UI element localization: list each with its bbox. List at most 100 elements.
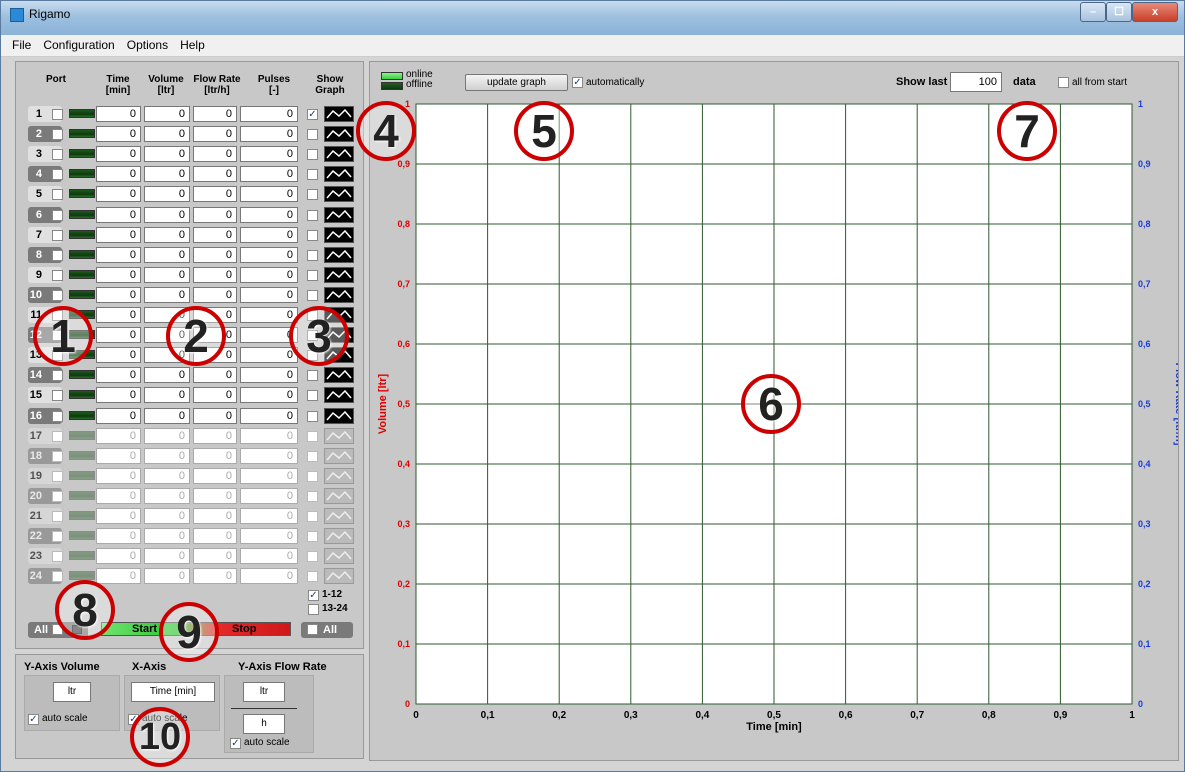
- pulses-field: 0: [240, 447, 298, 464]
- show-graph-checkbox[interactable]: [307, 470, 318, 482]
- port-status-led: [69, 390, 95, 400]
- show-graph-checkbox[interactable]: [307, 511, 318, 522]
- show-graph-checkbox[interactable]: [307, 249, 318, 261]
- line-color-icon[interactable]: [324, 548, 354, 565]
- show-graph-checkbox[interactable]: [307, 490, 318, 502]
- pulses-field: 0: [240, 487, 298, 504]
- port-select-checkbox[interactable]: [52, 229, 63, 241]
- line-color-icon[interactable]: [324, 387, 354, 404]
- stop-button[interactable]: Stop: [232, 623, 256, 635]
- minimize-button[interactable]: –: [1080, 2, 1106, 22]
- port-select-checkbox[interactable]: [52, 430, 63, 442]
- port-select-checkbox[interactable]: [52, 390, 63, 402]
- x-tick-label: 0,4: [695, 710, 709, 721]
- show-graph-checkbox[interactable]: [307, 531, 318, 543]
- annotation-marker-9: 9: [159, 602, 219, 662]
- show-graph-checkbox[interactable]: [307, 450, 318, 462]
- y-tick-label: 0,6: [397, 339, 410, 349]
- menu-file[interactable]: File: [6, 35, 37, 56]
- range-1-12-label: 1-12: [322, 589, 343, 600]
- line-color-icon[interactable]: [324, 166, 354, 183]
- port-select-checkbox[interactable]: [52, 410, 63, 422]
- port-select-checkbox[interactable]: [52, 450, 63, 462]
- port-select-checkbox[interactable]: [52, 209, 63, 221]
- menu-options[interactable]: Options: [121, 35, 174, 56]
- automatically-checkbox[interactable]: ✓: [572, 77, 583, 88]
- show-graph-checkbox[interactable]: [307, 129, 318, 141]
- range-1-12-checkbox[interactable]: ✓: [308, 590, 319, 601]
- port-status-led: [69, 129, 95, 139]
- port-select-checkbox[interactable]: [52, 370, 63, 382]
- show-graph-checkbox[interactable]: [307, 410, 318, 422]
- pulses-field: 0: [240, 146, 298, 163]
- x-axis-unit-field[interactable]: Time [min]: [131, 682, 215, 702]
- port-select-checkbox[interactable]: [52, 149, 63, 161]
- menu-configuration[interactable]: Configuration: [37, 35, 120, 56]
- volume-field: 0: [144, 367, 190, 384]
- port-select-checkbox[interactable]: [52, 470, 63, 482]
- port-select-checkbox[interactable]: [52, 189, 63, 201]
- line-color-icon[interactable]: [324, 106, 354, 122]
- port-select-checkbox[interactable]: [52, 551, 63, 563]
- line-color-icon[interactable]: [324, 367, 354, 384]
- line-color-icon[interactable]: [324, 568, 354, 585]
- line-color-icon[interactable]: [324, 206, 354, 223]
- show-graph-checkbox[interactable]: [307, 571, 318, 583]
- show-graph-checkbox[interactable]: [307, 189, 318, 201]
- line-color-icon[interactable]: [324, 467, 354, 484]
- line-color-icon[interactable]: [324, 126, 354, 143]
- time-field: 0: [96, 528, 141, 545]
- port-select-checkbox[interactable]: [52, 490, 63, 502]
- y-volume-unit-field[interactable]: ltr: [53, 682, 91, 702]
- y-flow-unit-bottom-field[interactable]: h: [243, 714, 285, 734]
- port-select-checkbox[interactable]: [52, 269, 63, 281]
- show-graph-checkbox[interactable]: [307, 551, 318, 563]
- port-select-checkbox[interactable]: [52, 109, 63, 120]
- line-color-icon[interactable]: [324, 146, 354, 163]
- port-select-checkbox[interactable]: [52, 531, 63, 543]
- show-graph-checkbox[interactable]: [307, 209, 318, 221]
- close-button[interactable]: x: [1132, 2, 1178, 22]
- line-color-icon[interactable]: [324, 407, 354, 424]
- line-color-icon[interactable]: [324, 508, 354, 524]
- line-color-icon[interactable]: [324, 266, 354, 283]
- show-last-input[interactable]: 100: [950, 72, 1002, 92]
- line-color-icon[interactable]: [324, 186, 354, 203]
- line-color-icon[interactable]: [324, 226, 354, 243]
- line-color-icon[interactable]: [324, 286, 354, 303]
- port-select-checkbox[interactable]: [52, 289, 63, 301]
- show-graph-checkbox[interactable]: [307, 269, 318, 281]
- start-button[interactable]: Start: [132, 623, 157, 635]
- y2-axis-label: Flow Rate [ltr/h]: [1173, 362, 1178, 445]
- update-graph-button[interactable]: update graph: [465, 74, 568, 91]
- port-select-checkbox[interactable]: [52, 511, 63, 522]
- show-graph-checkbox[interactable]: [307, 169, 318, 181]
- y-flow-unit-top-field[interactable]: ltr: [243, 682, 285, 702]
- maximize-button[interactable]: ☐: [1106, 2, 1132, 22]
- show-graph-checkbox[interactable]: [307, 370, 318, 382]
- x-tick-label: 0,5: [767, 710, 781, 721]
- port-select-checkbox[interactable]: [52, 571, 63, 583]
- range-13-24-checkbox[interactable]: [308, 604, 319, 615]
- line-color-icon[interactable]: [324, 427, 354, 444]
- show-graph-checkbox[interactable]: [307, 390, 318, 402]
- y-volume-auto-checkbox[interactable]: ✓: [28, 714, 39, 725]
- line-color-icon[interactable]: [324, 447, 354, 464]
- all-from-start-checkbox[interactable]: [1058, 77, 1069, 88]
- show-graph-checkbox[interactable]: [307, 289, 318, 301]
- show-graph-checkbox[interactable]: [307, 430, 318, 442]
- line-color-icon[interactable]: [324, 528, 354, 545]
- show-graph-checkbox[interactable]: [307, 229, 318, 241]
- all-graph-checkbox[interactable]: [307, 624, 318, 635]
- title-bar: Rigamo – ☐ x: [1, 1, 1184, 35]
- line-color-icon[interactable]: [324, 487, 354, 504]
- port-select-checkbox[interactable]: [52, 129, 63, 141]
- menu-help[interactable]: Help: [174, 35, 211, 56]
- port-select-checkbox[interactable]: [52, 169, 63, 181]
- y-flow-auto-checkbox[interactable]: ✓: [230, 738, 241, 749]
- show-graph-checkbox[interactable]: ✓: [307, 109, 318, 120]
- line-color-icon[interactable]: [324, 246, 354, 263]
- show-graph-checkbox[interactable]: [307, 149, 318, 161]
- port-select-checkbox[interactable]: [52, 249, 63, 261]
- time-field: 0: [96, 246, 141, 263]
